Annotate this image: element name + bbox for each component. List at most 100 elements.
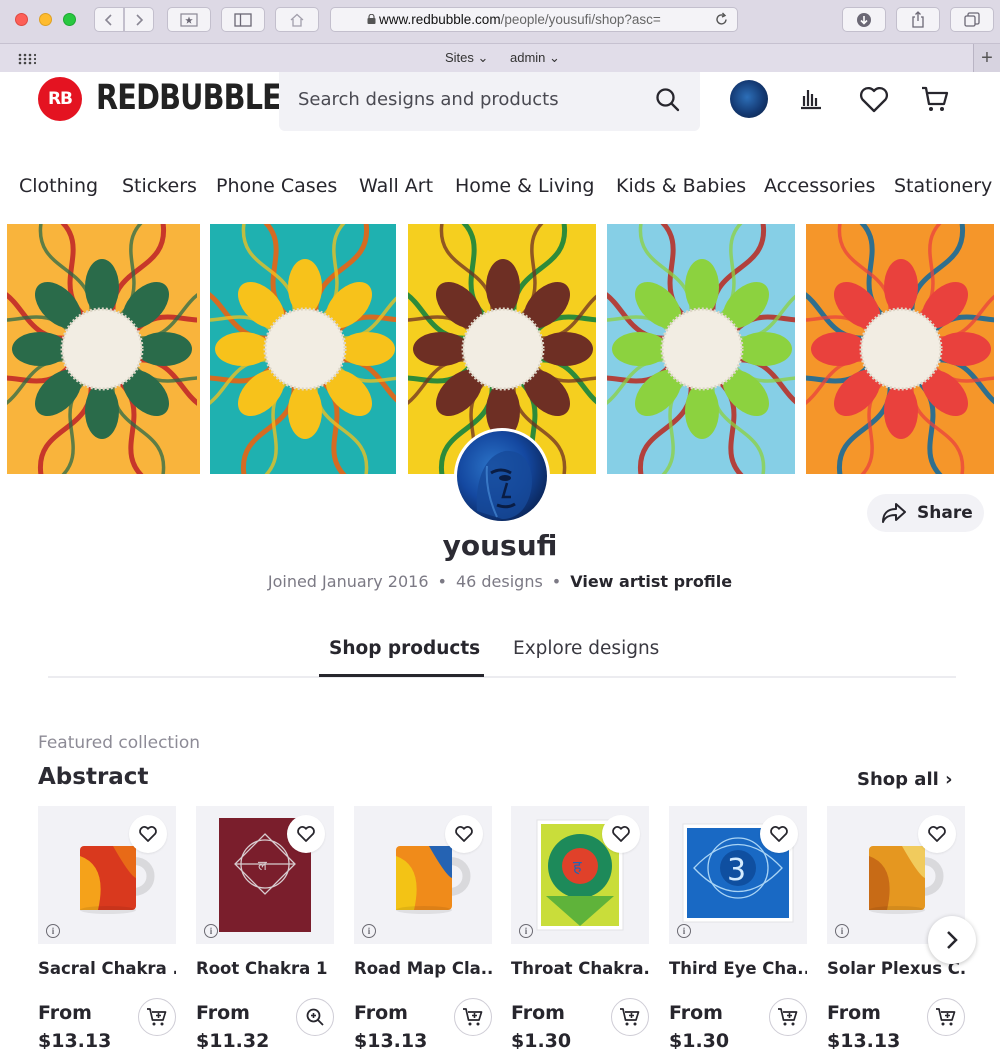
info-icon[interactable]: i: [519, 924, 533, 938]
account-avatar[interactable]: [730, 80, 768, 118]
product-image[interactable]: i: [354, 806, 492, 944]
search-icon[interactable]: [654, 86, 682, 114]
product-image[interactable]: ह i: [511, 806, 649, 944]
carousel-next-button[interactable]: [928, 916, 976, 964]
info-icon[interactable]: i: [677, 924, 691, 938]
product-image[interactable]: i: [38, 806, 176, 944]
nav-kids-babies[interactable]: Kids & Babies: [616, 175, 746, 197]
nav-stationery[interactable]: Stationery: [894, 175, 992, 197]
nav-phone-cases[interactable]: Phone Cases: [216, 175, 337, 197]
product-price: $1.30: [511, 1030, 572, 1049]
product-price: $13.13: [38, 1030, 112, 1049]
banner-artwork: [210, 224, 396, 474]
favorite-button[interactable]: [445, 815, 483, 853]
heart-icon[interactable]: [858, 84, 890, 114]
quick-view-button[interactable]: [296, 998, 334, 1036]
artist-avatar[interactable]: [454, 428, 550, 524]
share-box-icon: [912, 11, 924, 28]
admin-menu[interactable]: admin ⌄: [510, 50, 560, 66]
separator-dot: •: [437, 572, 447, 591]
lock-icon: [367, 14, 376, 24]
share-button[interactable]: Share: [867, 494, 984, 532]
svg-text:3: 3: [727, 853, 746, 888]
info-icon[interactable]: i: [835, 924, 849, 938]
add-to-cart-button[interactable]: [138, 998, 176, 1036]
reload-icon[interactable]: [714, 12, 729, 27]
share-page-button[interactable]: [896, 7, 940, 32]
product-image[interactable]: 3 i: [669, 806, 807, 944]
product-card[interactable]: ल i Root Chakra 1 ... From $11.32: [196, 806, 334, 1049]
artist-meta: Joined January 2016 • 46 designs • View arti…: [0, 572, 1000, 591]
tabs-icon: [964, 11, 980, 27]
sidebar-button[interactable]: [221, 7, 265, 32]
address-bar[interactable]: www.redbubble.com/people/yousufi/shop?as…: [330, 7, 738, 32]
bookmarks-button[interactable]: [167, 7, 211, 32]
favorite-button[interactable]: [760, 815, 798, 853]
add-to-cart-icon: [620, 1008, 640, 1026]
shop-all-link[interactable]: Shop all ›: [857, 769, 953, 790]
shop-all-label: Shop all: [857, 769, 939, 790]
redbubble-logo-text[interactable]: REDBUBBLE: [96, 78, 282, 118]
banner-artwork: [806, 224, 994, 474]
svg-text:ह: ह: [573, 857, 582, 876]
minimize-window-button[interactable]: [39, 13, 52, 26]
zoom-in-icon: [306, 1008, 324, 1026]
favorite-button[interactable]: [287, 815, 325, 853]
product-title[interactable]: Root Chakra 1 ...: [196, 959, 334, 978]
sites-menu[interactable]: Sites ⌄: [445, 50, 488, 66]
new-tab-button[interactable]: +: [973, 44, 1000, 72]
product-price: $13.13: [354, 1030, 428, 1049]
add-to-cart-button[interactable]: [927, 998, 965, 1036]
product-title[interactable]: Sacral Chakra ...: [38, 959, 176, 978]
product-card[interactable]: i Sacral Chakra ... From $13.13: [38, 806, 176, 1049]
url-text: www.redbubble.com/people/yousufi/shop?as…: [379, 12, 661, 27]
product-title[interactable]: Throat Chakra...: [511, 959, 649, 978]
forward-button[interactable]: [124, 7, 154, 32]
add-to-cart-button[interactable]: [611, 998, 649, 1036]
favorite-button[interactable]: [129, 815, 167, 853]
chevron-right-icon: [947, 931, 958, 949]
mandala-flower: [7, 224, 200, 474]
tab-shop-products[interactable]: Shop products: [329, 638, 480, 659]
close-window-button[interactable]: [15, 13, 28, 26]
active-tab-indicator: [319, 674, 484, 677]
info-icon[interactable]: i: [46, 924, 60, 938]
view-artist-profile-link[interactable]: View artist profile: [570, 572, 732, 591]
separator-dot: •: [551, 572, 562, 591]
info-icon[interactable]: i: [204, 924, 218, 938]
home-button[interactable]: [275, 7, 319, 32]
nav-wall-art[interactable]: Wall Art: [359, 175, 433, 197]
product-title[interactable]: Third Eye Cha...: [669, 959, 807, 978]
nav-stickers[interactable]: Stickers: [122, 175, 197, 197]
add-to-cart-button[interactable]: [769, 998, 807, 1036]
tab-explore-designs[interactable]: Explore designs: [513, 638, 659, 659]
nav-home-living[interactable]: Home & Living: [455, 175, 595, 197]
cart-icon[interactable]: [920, 84, 950, 114]
product-image[interactable]: ल i: [196, 806, 334, 944]
product-card[interactable]: 3 i Third Eye Cha... From $1.30: [669, 806, 807, 1049]
add-to-cart-icon: [147, 1008, 167, 1026]
favorite-button[interactable]: [602, 815, 640, 853]
search-input[interactable]: [298, 89, 638, 110]
heart-icon: [928, 826, 946, 842]
joined-date: Joined January 2016: [267, 572, 429, 591]
browser-chrome: www.redbubble.com/people/yousufi/shop?as…: [0, 0, 1000, 72]
favorite-button[interactable]: [918, 815, 956, 853]
nav-accessories[interactable]: Accessories: [764, 175, 875, 197]
product-price: $11.32: [196, 1030, 270, 1049]
redbubble-logo-mark[interactable]: RB: [38, 77, 82, 121]
downloads-button[interactable]: [842, 7, 886, 32]
product-card[interactable]: i Road Map Cla... From $13.13: [354, 806, 492, 1049]
info-icon[interactable]: i: [362, 924, 376, 938]
price-prefix: From: [511, 1002, 565, 1024]
heart-icon: [770, 826, 788, 842]
nav-clothing[interactable]: Clothing: [19, 175, 98, 197]
back-button[interactable]: [94, 7, 124, 32]
product-title[interactable]: Road Map Cla...: [354, 959, 492, 978]
dashboard-bars-icon[interactable]: [797, 84, 825, 112]
tabs-overview-button[interactable]: [950, 7, 994, 32]
apps-grid-icon[interactable]: [18, 53, 36, 65]
zoom-window-button[interactable]: [63, 13, 76, 26]
add-to-cart-button[interactable]: [454, 998, 492, 1036]
product-card[interactable]: ह i Throat Chakra... From $1.30: [511, 806, 649, 1049]
